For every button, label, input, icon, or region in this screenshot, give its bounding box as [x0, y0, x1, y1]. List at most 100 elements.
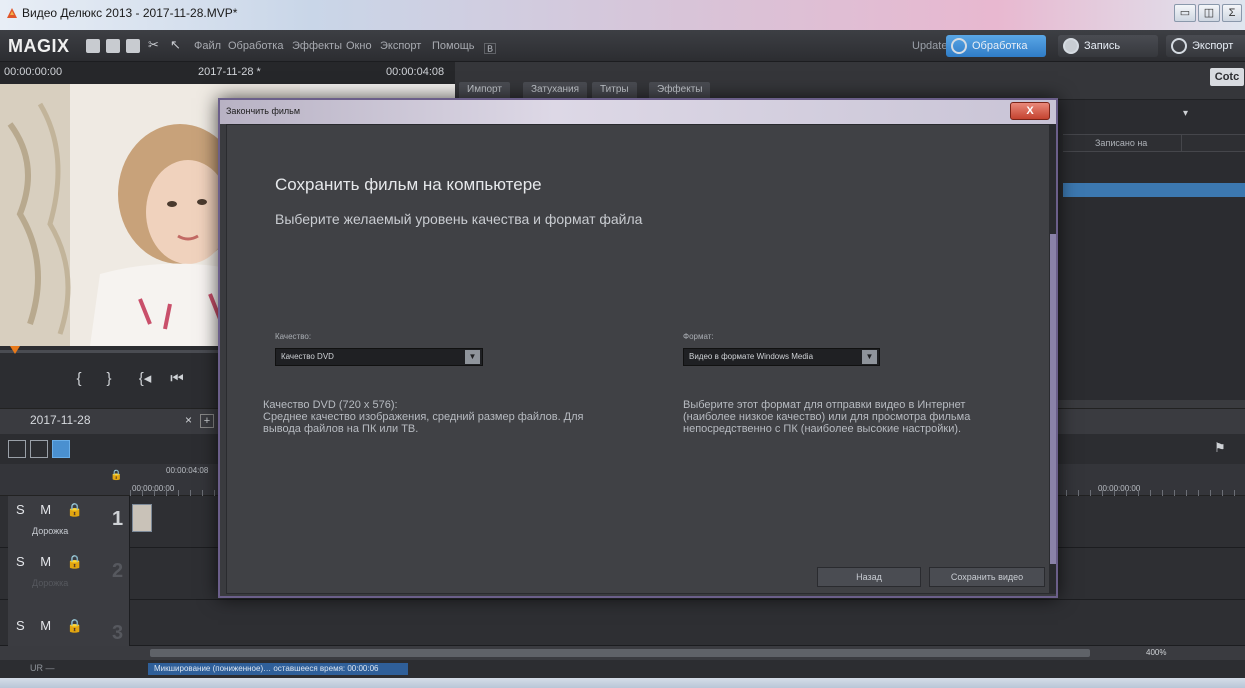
track-3-number: 3 — [112, 622, 124, 644]
quality-select[interactable]: Качество DVD ▼ — [275, 348, 483, 366]
timeline-view-icon[interactable] — [52, 440, 70, 458]
save-icon[interactable] — [126, 39, 140, 53]
dialog-subheading: Выберите желаемый уровень качества и фор… — [275, 211, 643, 227]
record-mode-icon — [1063, 38, 1079, 54]
project-name: 2017-11-28 * — [198, 66, 261, 78]
track-3-smb-buttons[interactable]: S M 🔒 — [16, 618, 89, 634]
quality-label: Качество: — [275, 332, 312, 341]
menu-export[interactable]: Экспорт — [380, 40, 421, 52]
pool-selected-row[interactable] — [1063, 183, 1245, 197]
magix-logo: MAGIX — [8, 36, 70, 56]
open-project-icon[interactable] — [106, 39, 120, 53]
help-pointer-icon[interactable]: ↖ — [170, 37, 184, 52]
ruler-marker-time: 00:00:04:08 — [166, 466, 209, 475]
menu-edit[interactable]: Обработка — [228, 40, 283, 52]
dialog-close-button[interactable]: X — [1010, 102, 1050, 120]
save-video-button[interactable]: Сохранить видео — [929, 567, 1045, 587]
quality-desc-title: Качество DVD (720 x 576): — [263, 399, 398, 411]
quality-description: Качество DVD (720 x 576): Среднее качест… — [263, 399, 663, 435]
tab-import[interactable]: Импорт — [459, 82, 510, 98]
menu-effects[interactable]: Эффекты — [292, 40, 342, 52]
minimize-button[interactable]: ▭ — [1174, 4, 1196, 22]
track-3-header: S M 🔒 3 — [8, 600, 130, 646]
video-clip-thumbnail[interactable] — [132, 504, 152, 532]
lock-icon[interactable]: 🔒 — [110, 470, 122, 481]
finish-movie-dialog: Закончить фильм X Сохранить фильм на ком… — [218, 98, 1058, 598]
menu-file[interactable]: Файл — [194, 40, 221, 52]
mode-record-button[interactable]: Запись — [1058, 35, 1158, 57]
pool-column-header: Записано на — [1063, 134, 1245, 152]
mode-edit-button[interactable]: Обработка — [946, 35, 1046, 57]
track-2-number: 2 — [112, 560, 124, 582]
status-bar: UR — Микширование (пониженное)… оставшее… — [0, 660, 1245, 678]
track-1-name[interactable]: Дорожка — [32, 526, 68, 536]
dialog-heading: Сохранить фильм на компьютере — [275, 175, 542, 194]
scene-view-icon[interactable] — [30, 440, 48, 458]
mode-export-button[interactable]: Экспорт — [1166, 35, 1245, 57]
export-mode-icon — [1171, 38, 1187, 54]
track-1-header: S M 🔒 1 Дорожка — [8, 496, 130, 548]
track-2-header: S M 🔒 2 Дорожка — [8, 548, 130, 600]
column-divider[interactable] — [1181, 135, 1182, 151]
tab-titles[interactable]: Титры — [592, 82, 637, 98]
timeline-scrollbar[interactable]: 400% — [0, 646, 1245, 660]
corner-logo: Cotc — [1210, 68, 1244, 86]
quality-value: Качество DVD — [281, 352, 334, 361]
os-taskbar — [0, 678, 1245, 688]
app-icon — [7, 8, 17, 18]
format-desc-line3: непосредственно с ПК (наиболее высокие н… — [683, 423, 962, 435]
chevron-down-icon[interactable]: ▼ — [862, 350, 877, 364]
track-1-number: 1 — [112, 508, 124, 530]
zoom-level[interactable]: 400% — [1146, 648, 1166, 657]
info-icon[interactable]: 🄱 — [484, 40, 496, 57]
media-pool-tabs: Импорт Затухания Титры Эффекты — [455, 62, 1245, 100]
update-label[interactable]: Update — [912, 40, 947, 52]
edit-mode-icon — [951, 38, 967, 54]
dialog-scrollbar[interactable] — [1050, 124, 1056, 594]
tab-fades[interactable]: Затухания — [523, 82, 588, 98]
format-description: Выберите этот формат для отправки видео … — [683, 399, 1023, 435]
preview-timecode-bar: 00:00:00:00 2017-11-28 * 00:00:04:08 — [0, 62, 455, 84]
cut-icon[interactable]: ✂ — [148, 37, 162, 52]
back-button[interactable]: Назад — [817, 567, 921, 587]
timecode-current: 00:00:00:00 — [4, 66, 63, 78]
format-value: Видео в формате Windows Media — [689, 352, 814, 361]
quality-desc-line1: Среднее качество изображения, средний ра… — [263, 411, 584, 423]
mode-edit-label: Обработка — [972, 40, 1028, 52]
storyboard-view-icon[interactable] — [8, 440, 26, 458]
dialog-scroll-thumb[interactable] — [1050, 234, 1056, 564]
dialog-title: Закончить фильм — [226, 106, 301, 116]
recorded-on-header[interactable]: Записано на — [1095, 138, 1147, 148]
mark-in-button[interactable]: { — [64, 364, 94, 394]
menu-help[interactable]: Помощь — [432, 40, 475, 52]
close-window-button[interactable]: Σ — [1222, 4, 1242, 22]
format-select[interactable]: Видео в формате Windows Media ▼ — [683, 348, 880, 366]
format-desc-line1: Выберите этот формат для отправки видео … — [683, 399, 966, 411]
menu-bar: MAGIX ✂ ↖ Файл Обработка Эффекты Окно Эк… — [0, 30, 1245, 62]
timecode-total: 00:00:04:08 — [386, 66, 445, 78]
jump-to-start-icon[interactable]: {◂ — [130, 364, 160, 394]
track-2-smb-buttons[interactable]: S M 🔒 — [16, 554, 89, 570]
new-project-icon[interactable] — [86, 39, 100, 53]
window-title: Видео Делюкс 2013 - 2017-11-28.MVP* — [22, 6, 238, 20]
maximize-button[interactable]: ◫ — [1198, 4, 1220, 22]
timeline-scroll-thumb[interactable] — [150, 649, 1090, 657]
playhead-marker[interactable] — [10, 346, 20, 354]
mode-record-label: Запись — [1084, 40, 1121, 52]
menu-window[interactable]: Окно — [346, 40, 372, 52]
render-progress: Микширование (пониженное)… оставшееся вр… — [148, 663, 408, 675]
track-1-smb-buttons[interactable]: S M 🔒 — [16, 502, 89, 518]
previous-frame-icon[interactable]: ⏮ — [162, 364, 192, 394]
chevron-down-icon[interactable]: ▼ — [465, 350, 480, 364]
quality-desc-line2: вывода файлов на ПК или ТВ. — [263, 423, 419, 435]
status-left: UR — — [30, 663, 55, 673]
track-3: S M 🔒 3 — [0, 600, 1245, 646]
marker-icon[interactable]: ⚑ — [1214, 440, 1226, 456]
dialog-titlebar: Закончить фильм X — [220, 100, 1056, 124]
tab-effects[interactable]: Эффекты — [649, 82, 711, 98]
close-tab-icon[interactable]: × — [185, 413, 192, 427]
mark-out-button[interactable]: } — [94, 364, 124, 394]
add-tab-button[interactable]: + — [200, 414, 214, 428]
track-2-name[interactable]: Дорожка — [32, 578, 68, 588]
pool-dropdown-icon[interactable]: ▾ — [1183, 108, 1188, 119]
